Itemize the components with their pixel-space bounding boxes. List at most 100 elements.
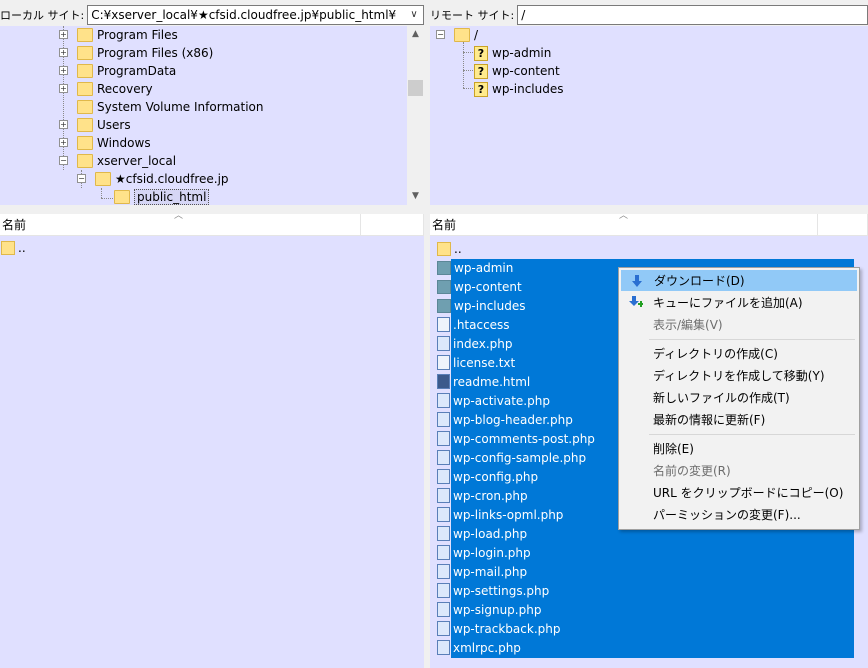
local-path-combo[interactable]: C:¥xserver_local¥★cfsid.cloudfree.jp¥pub… (87, 4, 424, 25)
list-item-label: wp-admin (454, 260, 514, 275)
list-item[interactable]: wp-signup.php (437, 600, 541, 619)
file-icon (437, 317, 450, 332)
column-header-extra[interactable] (818, 214, 868, 236)
menu-item-label: ダウンロード(D) (654, 274, 745, 288)
list-item[interactable]: wp-admin (437, 258, 513, 277)
tree-node-windows[interactable]: + Windows (59, 134, 151, 152)
menu-item-create-file[interactable]: 新しいファイルの作成(T) (621, 387, 857, 408)
tree-node-label: xserver_local (97, 154, 177, 168)
unknown-folder-icon: ? (474, 63, 488, 79)
list-item[interactable]: .. (1, 238, 26, 257)
tree-node-label: wp-content (492, 64, 560, 78)
tree-node-label: Windows (97, 136, 151, 150)
menu-item-create-dir[interactable]: ディレクトリの作成(C) (621, 343, 857, 364)
list-item[interactable]: wp-blog-header.php (437, 410, 573, 429)
list-item[interactable]: xmlrpc.php (437, 638, 521, 657)
list-item[interactable]: wp-config-sample.php (437, 448, 586, 467)
menu-item-refresh[interactable]: 最新の情報に更新(F) (621, 409, 857, 430)
expand-icon[interactable]: + (59, 66, 68, 75)
tree-node-system-volume-information[interactable]: System Volume Information (59, 98, 263, 116)
remote-path-combo[interactable]: / (517, 4, 868, 25)
menu-separator (649, 434, 855, 435)
file-icon (437, 336, 450, 351)
menu-item-permissions[interactable]: パーミッションの変更(F)... (621, 504, 857, 525)
list-item-label: license.txt (453, 355, 516, 370)
expand-icon[interactable]: + (59, 138, 68, 147)
tree-node-users[interactable]: + Users (59, 116, 131, 134)
collapse-icon[interactable]: − (77, 174, 86, 183)
expand-icon[interactable]: + (59, 48, 68, 57)
list-item[interactable]: wp-activate.php (437, 391, 550, 410)
list-item[interactable]: wp-mail.php (437, 562, 527, 581)
tree-node-wp-includes[interactable]: ? wp-includes (474, 80, 564, 98)
tree-node-label: System Volume Information (97, 100, 264, 114)
list-item[interactable]: .htaccess (437, 315, 510, 334)
list-item[interactable]: wp-settings.php (437, 581, 549, 600)
collapse-icon[interactable]: − (436, 30, 445, 39)
tree-node-program-files-x86[interactable]: + Program Files (x86) (59, 44, 213, 62)
tree-node-root[interactable]: − / (436, 26, 478, 44)
list-item[interactable]: wp-links-opml.php (437, 505, 563, 524)
list-item[interactable]: readme.html (437, 372, 530, 391)
tree-node-label: wp-includes (492, 82, 564, 96)
scroll-thumb[interactable] (408, 80, 423, 96)
local-tree-pane: + Program Files + Program Files (x86) + … (0, 26, 424, 205)
tree-node-xserver-local[interactable]: − xserver_local (59, 152, 176, 170)
list-item[interactable]: wp-content (437, 277, 522, 296)
file-icon (437, 469, 450, 484)
menu-item-rename[interactable]: 名前の変更(R) (621, 460, 857, 481)
list-item[interactable]: license.txt (437, 353, 515, 372)
list-item-label: wp-trackback.php (453, 621, 561, 636)
column-header-name[interactable]: 名前 ︿ (0, 214, 361, 236)
scroll-down-icon[interactable]: ▼ (407, 188, 424, 205)
tree-node-programdata[interactable]: + ProgramData (59, 62, 176, 80)
list-item[interactable]: wp-trackback.php (437, 619, 560, 638)
column-header-name[interactable]: 名前 ︿ (430, 211, 818, 236)
horizontal-splitter[interactable] (0, 205, 868, 214)
menu-item-download[interactable]: ダウンロード(D) (621, 270, 857, 291)
menu-item-copy-url[interactable]: URL をクリップボードにコピー(O) (621, 482, 857, 503)
scroll-up-icon[interactable]: ▲ (407, 26, 424, 43)
tree-node-wp-content[interactable]: ? wp-content (474, 62, 560, 80)
column-header-extra[interactable] (361, 214, 424, 236)
menu-item-delete[interactable]: 削除(E) (621, 438, 857, 459)
list-item[interactable]: wp-cron.php (437, 486, 528, 505)
list-item-label: wp-includes (454, 298, 526, 313)
list-item-label: wp-activate.php (453, 393, 550, 408)
list-item[interactable]: wp-config.php (437, 467, 538, 486)
list-item[interactable]: wp-comments-post.php (437, 429, 595, 448)
remote-list-header: 名前 ︿ (430, 211, 868, 236)
tree-node-program-files[interactable]: + Program Files (59, 26, 178, 44)
tree-node-label: wp-admin (492, 46, 552, 60)
collapse-icon[interactable]: − (59, 156, 68, 165)
sort-ascending-icon: ︿ (174, 214, 184, 221)
list-item[interactable]: .. (437, 239, 462, 258)
file-icon (437, 564, 450, 579)
list-item-label: wp-mail.php (453, 564, 528, 579)
file-icon (437, 526, 450, 541)
list-item[interactable]: wp-includes (437, 296, 526, 315)
tree-node-label: Recovery (97, 82, 153, 96)
tree-node-public-html[interactable]: public_html (114, 188, 210, 205)
file-icon (437, 450, 450, 465)
expand-icon[interactable]: + (59, 120, 68, 129)
tree-node-cfsid[interactable]: − ★cfsid.cloudfree.jp (77, 170, 229, 188)
folder-icon (77, 46, 93, 60)
tree-node-recovery[interactable]: + Recovery (59, 80, 153, 98)
context-menu: ダウンロード(D) キューにファイルを追加(A) 表示/編集(V) ディレクトリ… (618, 267, 860, 530)
folder-icon (95, 172, 111, 186)
menu-item-create-dir-enter[interactable]: ディレクトリを作成して移動(Y) (621, 365, 857, 386)
menu-item-add-to-queue[interactable]: キューにファイルを追加(A) (621, 292, 857, 313)
tree-node-wp-admin[interactable]: ? wp-admin (474, 44, 551, 62)
chevron-down-icon[interactable]: ∨ (407, 8, 421, 22)
local-tree-scrollbar[interactable]: ▲ ▼ (407, 26, 424, 205)
expand-icon[interactable]: + (59, 84, 68, 93)
menu-item-view-edit[interactable]: 表示/編集(V) (621, 314, 857, 335)
expand-icon[interactable]: + (59, 30, 68, 39)
local-file-list: 名前 ︿ .. (0, 214, 424, 668)
list-item[interactable]: wp-login.php (437, 543, 531, 562)
list-item-label: wp-cron.php (453, 488, 528, 503)
tree-node-label: ★cfsid.cloudfree.jp (115, 172, 229, 186)
list-item[interactable]: wp-load.php (437, 524, 527, 543)
list-item[interactable]: index.php (437, 334, 512, 353)
